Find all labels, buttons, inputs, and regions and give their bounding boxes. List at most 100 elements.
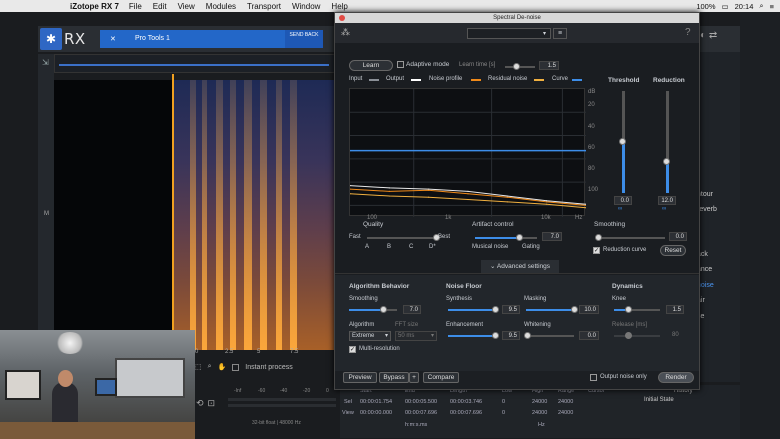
render-button[interactable]: Render [658, 372, 694, 383]
learn-time-value[interactable]: 1.5 [539, 61, 559, 70]
advanced-settings-toggle[interactable]: ⌄ Advanced settings [481, 260, 559, 273]
spectrogram-empty[interactable] [54, 80, 172, 330]
menu-window[interactable]: Window [292, 2, 320, 11]
slider-knob[interactable] [492, 306, 499, 313]
battery-icon[interactable]: ▭ [722, 2, 729, 11]
enhancement-slider[interactable] [448, 332, 499, 339]
slider-knob[interactable] [595, 234, 602, 241]
loop-icon[interactable]: ⟲ [196, 398, 204, 409]
quality-mark[interactable]: A [365, 244, 369, 250]
preview-button[interactable]: Preview [343, 372, 377, 383]
link-icon[interactable]: ∞ [618, 206, 622, 212]
preset-menu-icon[interactable]: ≡ [553, 28, 567, 39]
smoothing-value[interactable]: 0.0 [669, 232, 687, 241]
reduction-knob[interactable] [663, 158, 670, 165]
menu-view[interactable]: View [178, 2, 195, 11]
close-icon[interactable] [339, 15, 345, 21]
multi-resolution-checkbox[interactable]: ✓ [349, 346, 356, 353]
view-toggle-icon[interactable]: ◐ [700, 30, 706, 41]
send-back-button[interactable]: SEND BACK [285, 30, 323, 48]
view-end[interactable]: 00:00:07.696 [405, 410, 437, 416]
release-slider[interactable] [614, 332, 660, 339]
masking-value[interactable]: 10.0 [579, 305, 599, 314]
hand-icon[interactable]: ✋ [218, 363, 227, 371]
menu-edit[interactable]: Edit [153, 2, 167, 11]
preset-dropdown[interactable]: ▾ [467, 28, 551, 39]
slider-knob[interactable] [524, 332, 531, 339]
sel-length[interactable]: 00:00:03.746 [450, 399, 482, 405]
view-high[interactable]: 24000 [532, 410, 547, 416]
waveform-overview[interactable] [54, 54, 336, 73]
search-icon[interactable]: ⌕ [759, 1, 763, 11]
sel-end[interactable]: 00:00:05.500 [405, 399, 437, 405]
noise-graph[interactable] [349, 88, 587, 217]
record-icon[interactable]: ⊡ [208, 398, 216, 409]
menu-list-icon[interactable]: ≡ [770, 2, 774, 11]
adv-smoothing-value[interactable]: 7.0 [403, 305, 421, 314]
compare-button[interactable]: Compare [423, 372, 459, 383]
zoom-icon[interactable]: ⌕ [208, 363, 212, 371]
slider-knob[interactable] [625, 306, 632, 313]
threshold-value[interactable]: 0.0 [614, 196, 632, 205]
sel-high[interactable]: 24000 [532, 399, 547, 405]
sel-start[interactable]: 00:00:01.754 [360, 399, 392, 405]
threshold-knob[interactable] [619, 138, 626, 145]
smoothing-slider[interactable] [595, 234, 665, 241]
adv-smoothing-slider[interactable] [349, 306, 397, 313]
clock[interactable]: 20:14 [735, 2, 754, 11]
battery-label[interactable]: 100% [696, 2, 715, 11]
view-start[interactable]: 00:00:00.000 [360, 410, 392, 416]
bypass-add-button[interactable]: + [409, 372, 419, 383]
spectrogram[interactable] [172, 80, 335, 350]
menu-help[interactable]: Help [331, 2, 347, 11]
instant-process-checkbox[interactable] [232, 363, 240, 371]
apple-icon[interactable] [50, 1, 60, 11]
adaptive-mode-checkbox[interactable] [397, 61, 404, 68]
history-item[interactable]: Initial State [644, 397, 674, 403]
reset-button[interactable]: Reset [660, 245, 686, 256]
sel-low[interactable]: 0 [502, 399, 505, 405]
artifact-value[interactable]: 7.0 [542, 232, 562, 241]
synthesis-slider[interactable] [448, 306, 499, 313]
learn-button[interactable]: Learn [349, 60, 393, 71]
app-menu[interactable]: iZotope RX 7 [70, 2, 119, 11]
view-length[interactable]: 00:00:07.696 [450, 410, 482, 416]
slider-knob[interactable] [513, 63, 520, 70]
help-icon[interactable]: ? [685, 27, 691, 38]
reduction-slider[interactable] [663, 91, 670, 193]
slider-knob[interactable] [516, 234, 523, 241]
whitening-slider[interactable] [524, 332, 574, 339]
bypass-button[interactable]: Bypass [379, 372, 409, 383]
select-icon[interactable]: ⬚ [195, 363, 202, 371]
quality-mark[interactable]: D* [429, 244, 436, 250]
dialog-titlebar[interactable]: Spectral De-noise [335, 13, 699, 23]
reduction-value[interactable]: 12.0 [658, 196, 676, 205]
learn-time-slider[interactable] [505, 63, 535, 70]
slider-knob[interactable] [571, 306, 578, 313]
output-noise-only-checkbox[interactable] [590, 374, 597, 381]
menu-file[interactable]: File [129, 2, 142, 11]
whitening-value[interactable]: 0.0 [579, 331, 599, 340]
masking-slider[interactable] [526, 306, 578, 313]
tab-close-icon[interactable]: ✕ [110, 35, 116, 43]
quality-slider[interactable] [367, 234, 440, 241]
view-low[interactable]: 0 [502, 410, 505, 416]
release-value[interactable]: 80 [672, 332, 679, 338]
playhead[interactable] [172, 74, 174, 350]
slider-knob[interactable] [380, 306, 387, 313]
menu-transport[interactable]: Transport [247, 2, 281, 11]
link-icon[interactable]: ∞ [662, 206, 666, 212]
threshold-slider[interactable] [619, 91, 626, 193]
enhancement-value[interactable]: 9.5 [502, 331, 520, 340]
sel-range[interactable]: 24000 [558, 399, 573, 405]
swap-icon[interactable]: ⇄ [709, 30, 717, 41]
quality-mark[interactable]: C [409, 244, 413, 250]
artifact-slider[interactable] [475, 234, 537, 241]
collapse-icon[interactable]: ⇲ [42, 58, 49, 67]
menu-modules[interactable]: Modules [206, 2, 236, 11]
slider-knob[interactable] [625, 332, 632, 339]
slider-knob[interactable] [492, 332, 499, 339]
fft-select[interactable]: 50 ms ▾ [395, 331, 437, 341]
reduction-curve-checkbox[interactable]: ✓ [593, 247, 600, 254]
view-range[interactable]: 24000 [558, 410, 573, 416]
